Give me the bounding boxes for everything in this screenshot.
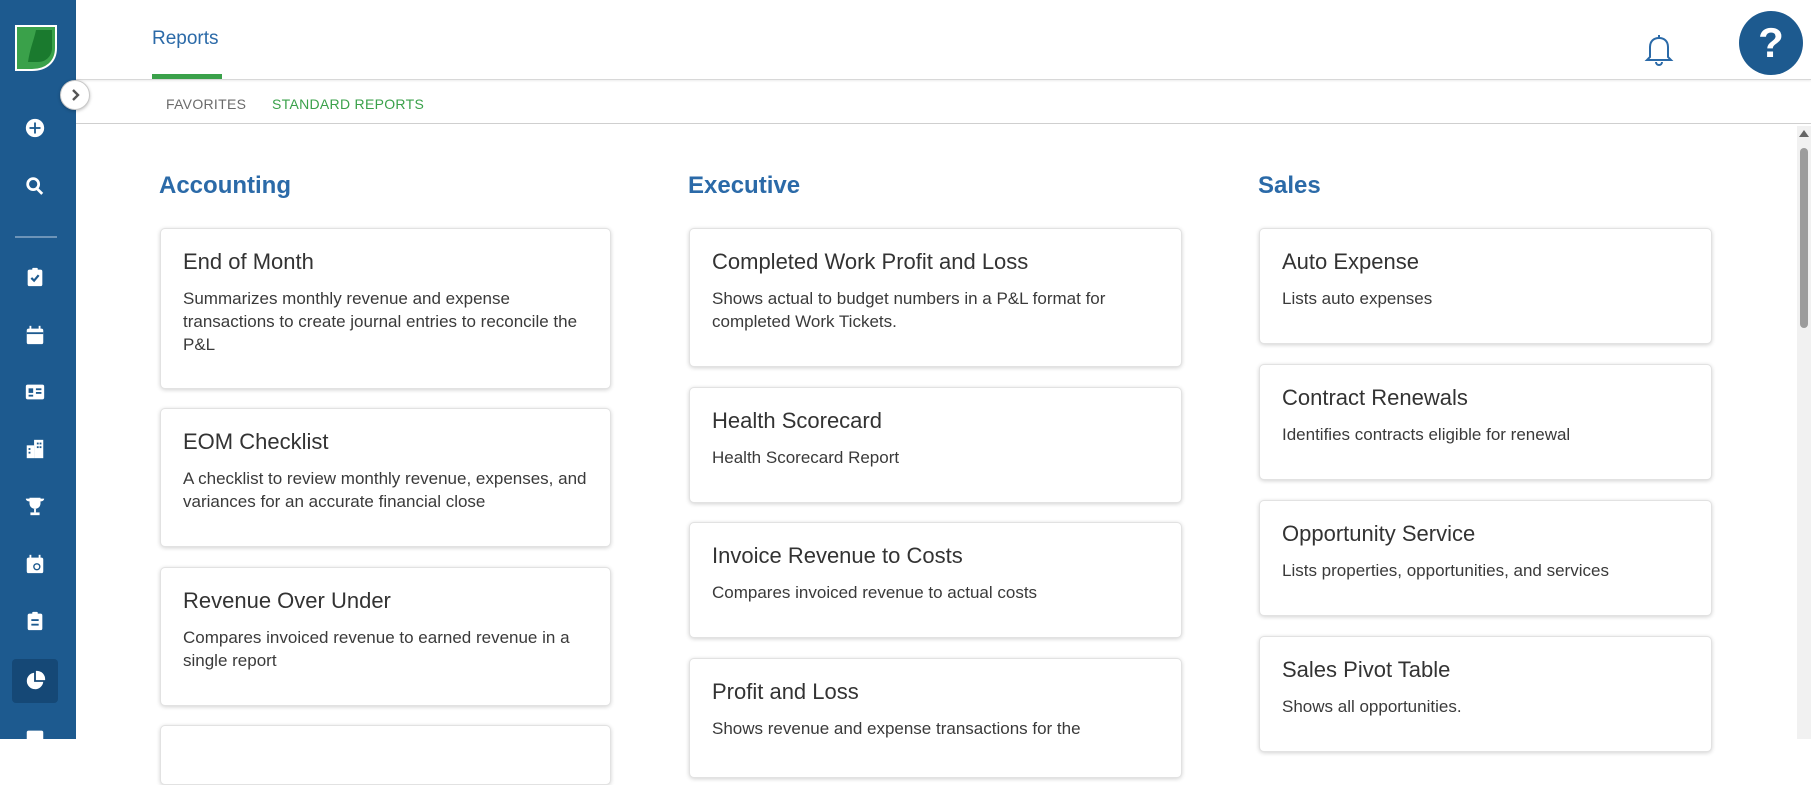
section-title-executive: Executive — [688, 172, 801, 199]
report-card-title: End of Month — [183, 249, 314, 274]
report-card-description: Health Scorecard Report — [712, 448, 900, 467]
sidebar-item-opportunities[interactable] — [12, 484, 58, 528]
section-title-accounting: Accounting — [159, 172, 291, 199]
sidebar-item-contacts[interactable] — [12, 370, 58, 414]
sidebar-divider — [15, 236, 57, 238]
report-card[interactable] — [160, 725, 611, 785]
column-accounting: Accounting — [159, 172, 291, 228]
report-card-title: Revenue Over Under — [183, 588, 391, 613]
report-card-description: Identifies contracts eligible for renewa… — [1282, 425, 1571, 444]
report-card-title: Health Scorecard — [712, 408, 882, 433]
report-subtabs: FAVORITES STANDARD REPORTS — [76, 81, 1811, 124]
report-card[interactable]: Sales Pivot Table Shows all opportunitie… — [1259, 636, 1712, 752]
report-card[interactable]: Completed Work Profit and Loss Shows act… — [689, 228, 1182, 367]
report-card-title: Auto Expense — [1282, 249, 1419, 274]
sidebar-item-schedule[interactable] — [12, 542, 58, 586]
report-card-description: A checklist to review monthly revenue, e… — [183, 469, 587, 511]
tab-favorites[interactable]: FAVORITES — [166, 96, 246, 112]
report-card-title: Invoice Revenue to Costs — [712, 543, 963, 568]
calendar-clock-icon — [26, 554, 44, 574]
sidebar-item-calendar[interactable] — [12, 313, 58, 357]
sidebar-item-more[interactable] — [12, 716, 58, 760]
tab-reports[interactable]: Reports — [152, 28, 219, 50]
report-card-title: Profit and Loss — [712, 679, 859, 704]
report-card-title: Completed Work Profit and Loss — [712, 249, 1029, 274]
report-card-title: Contract Renewals — [1282, 385, 1468, 410]
search-button[interactable] — [12, 164, 58, 208]
report-card-title: Sales Pivot Table — [1282, 657, 1451, 682]
report-card[interactable]: Profit and Loss Shows revenue and expens… — [689, 658, 1182, 778]
tab-active-indicator — [152, 74, 222, 79]
sidebar — [0, 0, 76, 746]
add-circle-icon — [25, 118, 45, 138]
report-card[interactable]: Revenue Over Under Compares invoiced rev… — [160, 567, 611, 706]
contact-card-icon — [25, 384, 45, 400]
report-card-description: Lists properties, opportunities, and ser… — [1282, 561, 1609, 580]
sidebar-item-properties[interactable] — [12, 427, 58, 471]
sidebar-item-tasks[interactable] — [12, 255, 58, 299]
report-card[interactable]: EOM Checklist A checklist to review mont… — [160, 408, 611, 547]
report-card-description: Summarizes monthly revenue and expense t… — [183, 289, 578, 354]
content-scrollbar[interactable] — [1797, 126, 1811, 739]
report-card[interactable]: Invoice Revenue to Costs Compares invoic… — [689, 522, 1182, 638]
clipboard-check-icon — [27, 267, 43, 287]
building-icon — [26, 439, 44, 459]
sidebar-item-work-tickets[interactable] — [12, 599, 58, 643]
app-logo[interactable] — [12, 22, 60, 72]
notifications-button[interactable] — [1638, 28, 1680, 70]
report-card-description: Shows actual to budget numbers in a P&L … — [712, 289, 1106, 331]
scroll-up-arrow-icon[interactable] — [1799, 130, 1809, 137]
report-card[interactable]: Health Scorecard Health Scorecard Report — [689, 387, 1182, 503]
sidebar-item-reports[interactable] — [12, 659, 58, 703]
column-executive: Executive — [688, 172, 800, 228]
sidebar-collapse-toggle[interactable] — [60, 80, 90, 110]
report-card-title: EOM Checklist — [183, 429, 329, 454]
report-card-title: Opportunity Service — [1282, 521, 1476, 546]
scrollbar-thumb[interactable] — [1800, 148, 1808, 328]
column-sales: Sales — [1258, 172, 1321, 228]
calendar-icon — [26, 325, 44, 345]
search-icon — [26, 177, 44, 195]
top-header: Reports ? — [76, 0, 1811, 80]
trophy-icon — [25, 497, 45, 516]
clipboard-list-icon — [27, 611, 43, 631]
add-button[interactable] — [12, 106, 58, 150]
report-card-description: Shows revenue and expense transactions f… — [712, 719, 1081, 738]
id-card-icon — [26, 730, 44, 746]
report-card[interactable]: Opportunity Service Lists properties, op… — [1259, 500, 1712, 616]
help-button[interactable]: ? — [1739, 11, 1803, 75]
chevron-right-icon — [72, 89, 80, 101]
report-card-description: Lists auto expenses — [1282, 289, 1433, 308]
tab-standard-reports[interactable]: STANDARD REPORTS — [272, 96, 424, 112]
report-card-description: Compares invoiced revenue to earned reve… — [183, 628, 570, 670]
report-card[interactable]: End of Month Summarizes monthly revenue … — [160, 228, 611, 389]
pie-chart-icon — [26, 670, 46, 690]
report-card[interactable]: Contract Renewals Identifies contracts e… — [1259, 364, 1712, 480]
report-card[interactable]: Auto Expense Lists auto expenses — [1259, 228, 1712, 344]
report-card-description: Compares invoiced revenue to actual cost… — [712, 583, 1038, 602]
report-card-description: Shows all opportunities. — [1282, 697, 1462, 716]
bell-icon — [1644, 35, 1674, 67]
section-title-sales: Sales — [1258, 172, 1321, 199]
